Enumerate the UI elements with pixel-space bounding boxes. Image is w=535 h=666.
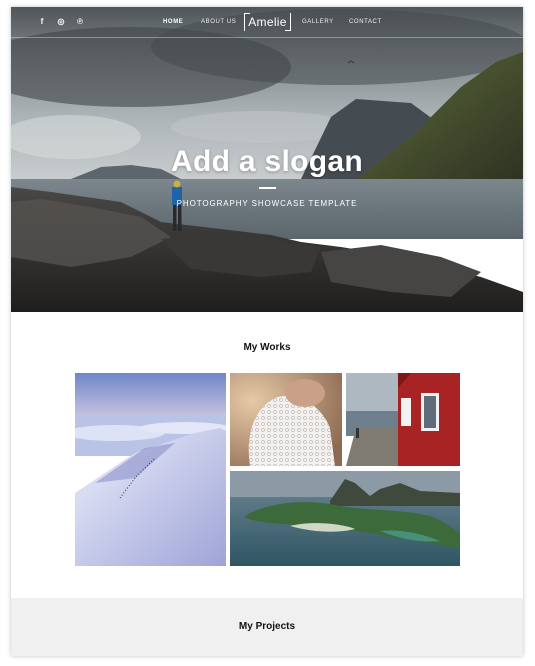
website-preview: f ◎ ℗ HOME ABOUT US GALLERY CONTACT Amel… [11, 7, 523, 656]
hero-subtitle: PHOTOGRAPHY SHOWCASE TEMPLATE [176, 199, 358, 208]
hero-divider [259, 187, 276, 189]
works-section-title: My Works [243, 342, 291, 353]
works-gallery [75, 373, 460, 566]
top-navigation-bar: f ◎ ℗ HOME ABOUT US GALLERY CONTACT Amel… [11, 7, 523, 38]
gallery-image-aerial-islands[interactable] [230, 471, 460, 566]
nav-contact[interactable]: CONTACT [349, 19, 382, 25]
hero-section: f ◎ ℗ HOME ABOUT US GALLERY CONTACT Amel… [11, 7, 523, 312]
gallery-image-snowy-mountain[interactable] [75, 373, 226, 566]
nav-home[interactable]: HOME [163, 19, 183, 25]
gallery-image-lace-dress[interactable] [230, 373, 342, 466]
gallery-image-red-house-pier[interactable] [346, 373, 460, 466]
hero-title: Add a slogan [171, 145, 363, 178]
site-logo[interactable]: Amelie [244, 13, 291, 31]
projects-section: My Projects [11, 598, 523, 656]
nav-about-us[interactable]: ABOUT US [201, 19, 236, 25]
projects-section-title: My Projects [238, 621, 296, 632]
nav-gallery[interactable]: GALLERY [302, 19, 334, 25]
